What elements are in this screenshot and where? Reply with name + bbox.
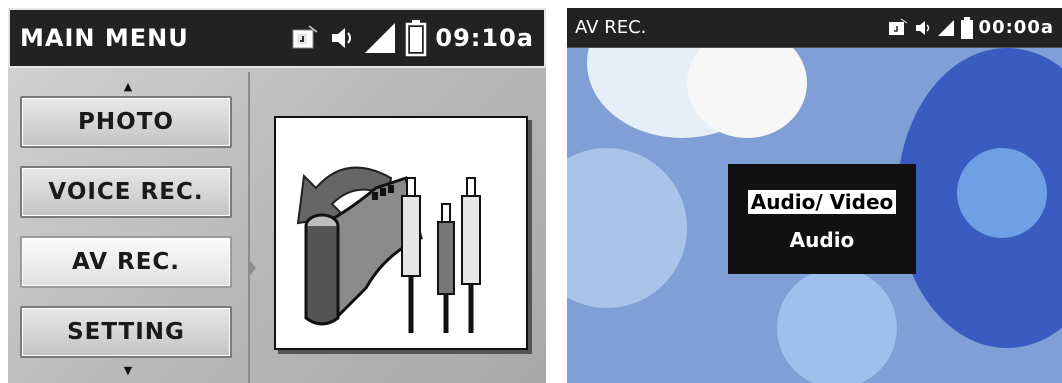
background-shape (567, 148, 687, 308)
menu-item-setting[interactable]: SETTING (20, 306, 232, 358)
background-shape (957, 148, 1047, 238)
preview-panel (274, 116, 528, 350)
sd-card-icon (888, 18, 907, 35)
record-mode-dialog: Audio/ Video Audio (728, 164, 916, 274)
background-shape (777, 268, 897, 383)
option-audio[interactable]: Audio (728, 228, 916, 252)
clock: 09:10a (435, 24, 534, 52)
signal-icon (937, 19, 954, 36)
clock: 00:00a (978, 17, 1054, 38)
av-record-icon (296, 166, 481, 333)
screen-title: MAIN MENU (20, 24, 189, 52)
status-bar: AV REC. 00:00a (567, 8, 1062, 48)
screen-title: AV REC. (575, 17, 647, 38)
menu-item-voice-rec[interactable]: VOICE REC. (20, 166, 232, 218)
menu-item-av-rec[interactable]: AV REC. (20, 236, 232, 288)
menu-list: ▲ PHOTO VOICE REC. AV REC. SETTING ▼ (8, 72, 248, 383)
status-icons: 09:10a (291, 19, 534, 57)
menu-divider (248, 72, 250, 383)
signal-icon (365, 23, 396, 53)
status-icons: 00:00a (887, 16, 1054, 40)
speaker-icon (332, 28, 352, 48)
selection-pointer-icon (248, 258, 256, 278)
scroll-up-icon[interactable]: ▲ (8, 80, 248, 93)
menu-item-photo[interactable]: PHOTO (20, 96, 232, 148)
battery-icon (406, 20, 427, 57)
main-menu-screen: MAIN MENU 09:10a ▲ PHOTO VOICE REC. AV R… (8, 8, 546, 383)
speaker-icon (915, 20, 929, 35)
sd-card-icon (292, 25, 318, 49)
option-label: Audio (789, 228, 855, 252)
status-bar: MAIN MENU 09:10a (8, 8, 546, 68)
battery-icon (960, 16, 973, 39)
option-label: Audio/ Video (747, 190, 897, 214)
scroll-down-icon[interactable]: ▼ (8, 364, 248, 377)
av-rec-screen: AV REC. 00:00a Audio/ Video Audio (567, 8, 1062, 383)
option-audio-video[interactable]: Audio/ Video (728, 190, 916, 214)
